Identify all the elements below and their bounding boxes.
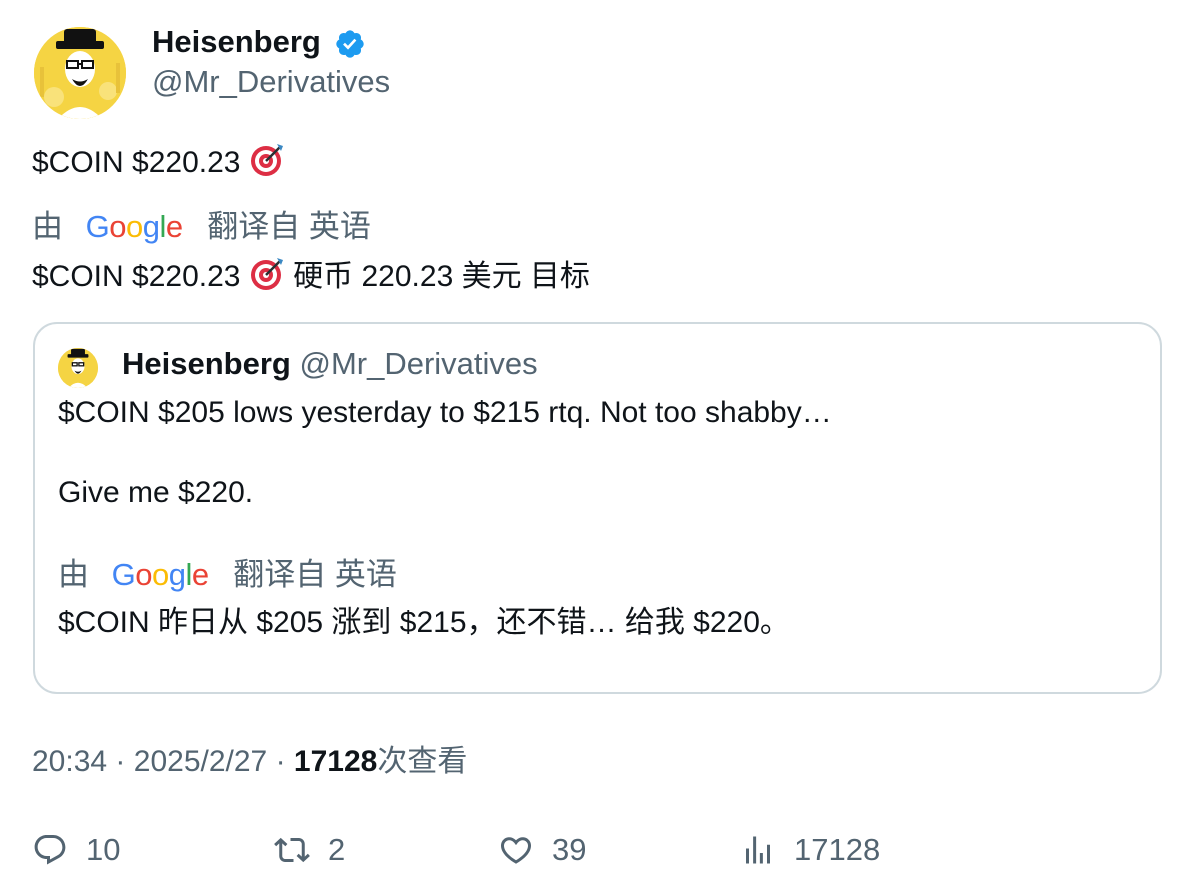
quoted-translated-text: $COIN 昨日从 $205 涨到 $215，还不错… 给我 $220。 — [58, 606, 790, 639]
heart-icon — [500, 837, 532, 864]
like-count: 39 — [552, 832, 587, 867]
tweet-date[interactable]: 2025/2/27 — [134, 745, 267, 778]
bar-chart-icon — [746, 836, 770, 864]
tweet-meta: 20:34 · 2025/2/27 · 17128次查看 — [32, 745, 468, 778]
google-logo-icon: Google — [111, 557, 210, 592]
quoted-author-handle: @Mr_Derivatives — [299, 346, 538, 381]
translation-by-label: 由 — [58, 557, 89, 592]
reply-button[interactable]: 10 — [32, 828, 120, 872]
author-name[interactable]: Heisenberg — [152, 22, 321, 62]
translation-attribution: 由 Google 翻译自 英语 — [32, 208, 371, 246]
tweet-time[interactable]: 20:34 — [32, 745, 107, 778]
reply-icon — [34, 835, 66, 865]
quoted-translation-attribution: 由 Google 翻译自 英语 — [58, 556, 397, 594]
quoted-author-avatar — [58, 348, 98, 388]
tweet-text: $COIN $220.23 — [32, 142, 285, 182]
quoted-author-name: Heisenberg — [122, 346, 291, 381]
quoted-text-line-2: Give me $220. — [58, 476, 254, 509]
direct-hit-target-icon — [250, 144, 283, 176]
retweet-count: 2 — [328, 832, 346, 867]
heisenberg-avatar-icon — [34, 27, 126, 119]
direct-hit-target-icon — [250, 258, 283, 290]
views-count: 17128 — [794, 832, 881, 867]
like-button[interactable]: 39 — [498, 828, 586, 872]
reply-count: 10 — [86, 832, 121, 867]
translated-from-label: 翻译自 英语 — [233, 557, 397, 592]
quoted-author-line: Heisenberg @Mr_Derivatives — [122, 344, 538, 384]
google-logo-icon: Google — [85, 209, 184, 244]
heisenberg-avatar-icon — [58, 348, 98, 388]
retweet-button[interactable]: 2 — [274, 828, 345, 872]
view-count-label: 次查看 — [377, 745, 468, 778]
views-button[interactable]: 17128 — [740, 828, 880, 872]
tweet-text-content: $COIN $220.23 — [32, 146, 241, 179]
retweet-icon — [274, 837, 310, 863]
view-count: 17128 — [293, 745, 378, 778]
translated-from-label: 翻译自 英语 — [207, 209, 371, 244]
quoted-text-line-1: $COIN $205 lows yesterday to $215 rtq. N… — [58, 396, 832, 429]
verified-badge-icon — [336, 30, 364, 58]
author-handle[interactable]: @Mr_Derivatives — [152, 62, 390, 102]
translation-by-label: 由 — [32, 209, 63, 244]
translated-text: $COIN $220.23 硬币 220.23 美元 目标 — [32, 256, 590, 296]
author-avatar[interactable] — [34, 27, 126, 119]
